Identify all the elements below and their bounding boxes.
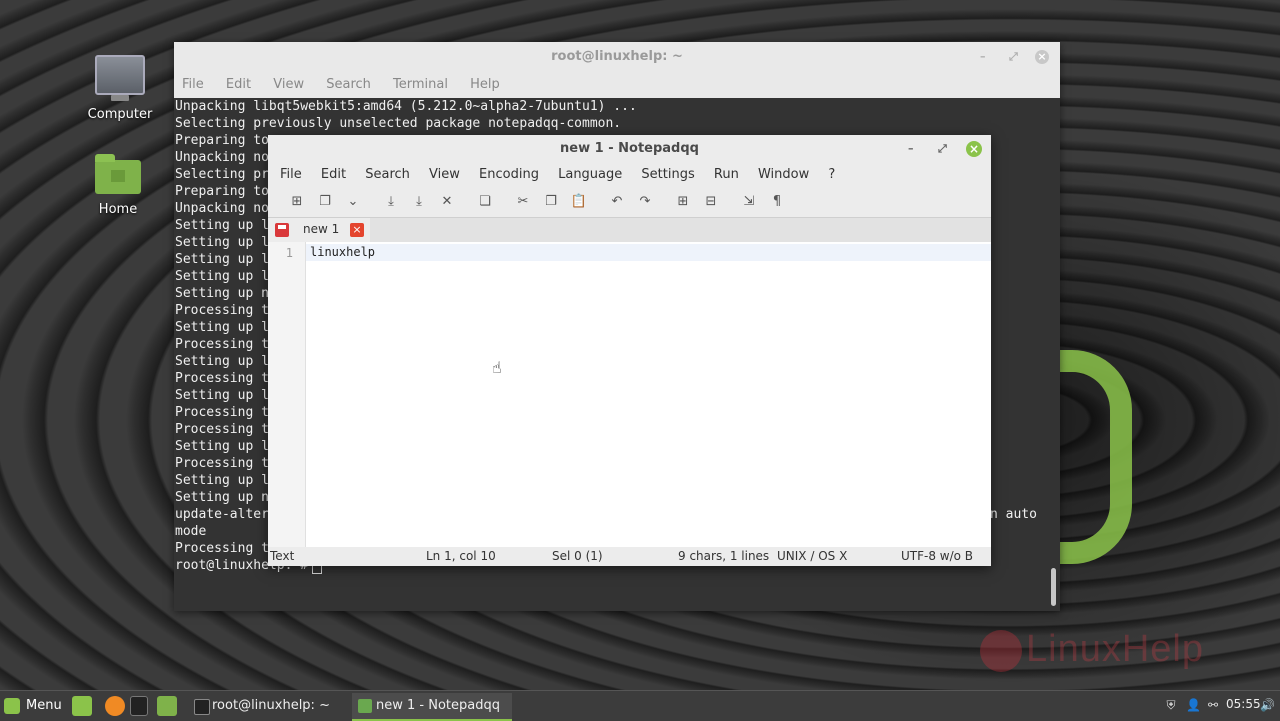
desktop-icon-label: Computer	[87, 107, 153, 122]
menu-run[interactable]: Run	[714, 163, 739, 187]
tab-label: new 1	[303, 222, 340, 236]
close-file-icon[interactable]: ✕	[436, 191, 458, 213]
tab-new-1[interactable]: new 1 ×	[268, 218, 370, 242]
taskbar: Menu root@linuxhelp: ~ new 1 - Notepadqq…	[0, 690, 1280, 721]
menu-settings[interactable]: Settings	[641, 163, 694, 187]
terminal-menu-terminal[interactable]: Terminal	[393, 72, 448, 98]
task-label: root@linuxhelp: ~	[212, 698, 330, 713]
open-file-icon[interactable]: ❐	[314, 191, 336, 213]
status-bar: Text Ln 1, col 10 Sel 0 (1) 9 chars, 1 l…	[268, 547, 991, 566]
terminal-menu-file[interactable]: File	[182, 72, 204, 98]
terminal-line-fragment: n auto	[990, 507, 1037, 522]
status-selection: Sel 0 (1)	[552, 549, 603, 563]
new-file-icon[interactable]: ⊞	[286, 191, 308, 213]
redo-icon[interactable]: ↷	[634, 191, 656, 213]
menu-edit[interactable]: Edit	[321, 163, 346, 187]
minimize-icon[interactable]: –	[908, 135, 914, 163]
menu-file[interactable]: File	[280, 163, 302, 187]
terminal-launcher-icon[interactable]	[130, 696, 148, 716]
menu-help[interactable]: ?	[828, 163, 835, 187]
watermark-logo-icon	[980, 629, 1022, 672]
notepadqq-menubar: File Edit Search View Encoding Language …	[268, 163, 991, 187]
task-label: new 1 - Notepadqq	[376, 698, 500, 713]
status-language[interactable]: Text	[270, 549, 294, 563]
save-all-icon[interactable]: ⤓	[408, 191, 430, 213]
menu-encoding[interactable]: Encoding	[479, 163, 539, 187]
watermark-text: LinuxHelp	[1026, 628, 1204, 670]
notepadqq-titlebar[interactable]: new 1 - Notepadqq – ⤢ ×	[268, 135, 991, 163]
status-encoding[interactable]: UTF-8 w/o B	[901, 549, 973, 563]
desktop-icon-computer[interactable]: Computer	[80, 55, 160, 122]
line-number: 1	[285, 246, 293, 260]
editor-area[interactable]: 1 linuxhelp	[268, 242, 991, 547]
volume-icon[interactable]: 🔊	[1260, 697, 1275, 713]
terminal-menubar: File Edit View Search Terminal Help	[174, 72, 1060, 98]
zoom-in-icon[interactable]: ⊞	[672, 191, 694, 213]
show-desktop-icon[interactable]	[72, 696, 92, 716]
close-icon[interactable]: ×	[966, 141, 982, 157]
files-launcher-icon[interactable]	[157, 696, 177, 716]
tab-bar: new 1 ×	[268, 217, 991, 242]
close-icon[interactable]: ×	[1035, 50, 1049, 64]
status-eol[interactable]: UNIX / OS X	[777, 549, 847, 563]
menu-window[interactable]: Window	[758, 163, 809, 187]
status-counts: 9 chars, 1 lines	[678, 549, 770, 563]
desktop: LinuxHelp Computer Home root@linuxhelp: …	[0, 0, 1280, 690]
menu-view[interactable]: View	[429, 163, 460, 187]
paste-icon[interactable]: 📋	[568, 191, 590, 213]
editor-text[interactable]: linuxhelp	[310, 245, 375, 259]
network-icon[interactable]: ⚯	[1206, 697, 1220, 713]
task-terminal[interactable]: root@linuxhelp: ~	[188, 693, 362, 719]
home-folder-icon	[95, 154, 141, 194]
open-dropdown-icon[interactable]: ⌄	[342, 191, 364, 213]
copy-icon[interactable]: ❐	[540, 191, 562, 213]
clock[interactable]: 05:55	[1226, 697, 1261, 711]
close-all-icon[interactable]: ❏	[474, 191, 496, 213]
hand-cursor-icon: ☝	[492, 358, 502, 377]
shield-icon[interactable]: ⛨	[1164, 697, 1178, 713]
start-menu-button[interactable]: Menu	[4, 696, 62, 716]
terminal-title: root@linuxhelp: ~	[551, 49, 683, 64]
terminal-task-icon	[194, 699, 210, 715]
tab-close-icon[interactable]: ×	[350, 223, 364, 237]
minimize-icon[interactable]: –	[980, 42, 986, 72]
notepadqq-window[interactable]: new 1 - Notepadqq – ⤢ × File Edit Search…	[268, 135, 991, 566]
watermark: LinuxHelp	[980, 628, 1204, 672]
notepadqq-toolbar: ⊞ ❐ ⌄ ⤓ ⤓ ✕ ❏ ✂ ❐ 📋 ↶ ↷ ⊞ ⊟ ⇲ ¶	[268, 187, 991, 217]
desktop-icon-home[interactable]: Home	[78, 154, 158, 217]
user-icon[interactable]: 👤	[1186, 697, 1201, 713]
notepadqq-title: new 1 - Notepadqq	[560, 141, 699, 156]
save-icon[interactable]: ⤓	[380, 191, 402, 213]
firefox-icon[interactable]	[105, 696, 125, 716]
terminal-menu-search[interactable]: Search	[326, 72, 371, 98]
unsaved-icon	[275, 223, 289, 237]
line-gutter: 1	[268, 242, 306, 547]
terminal-titlebar[interactable]: root@linuxhelp: ~ – ⤢ ×	[174, 42, 1060, 72]
terminal-scrollbar[interactable]	[1051, 568, 1056, 606]
show-symbols-icon[interactable]: ¶	[766, 191, 788, 213]
terminal-menu-view[interactable]: View	[273, 72, 304, 98]
maximize-icon[interactable]: ⤢	[1009, 42, 1018, 72]
terminal-line: Unpacking libqt5webkit5:amd64 (5.212.0~a…	[175, 99, 637, 114]
menu-search[interactable]: Search	[365, 163, 410, 187]
cut-icon[interactable]: ✂	[512, 191, 534, 213]
status-position: Ln 1, col 10	[426, 549, 496, 563]
mint-menu-icon	[4, 697, 20, 714]
zoom-out-icon[interactable]: ⊟	[700, 191, 722, 213]
word-wrap-icon[interactable]: ⇲	[738, 191, 760, 213]
task-notepadqq[interactable]: new 1 - Notepadqq	[352, 693, 512, 721]
undo-icon[interactable]: ↶	[606, 191, 628, 213]
terminal-menu-help[interactable]: Help	[470, 72, 500, 98]
current-line-highlight	[306, 244, 991, 261]
notepadqq-task-icon	[358, 699, 372, 713]
terminal-menu-edit[interactable]: Edit	[226, 72, 251, 98]
maximize-icon[interactable]: ⤢	[938, 135, 947, 163]
terminal-line: Selecting previously unselected package …	[175, 116, 622, 131]
computer-icon	[95, 55, 145, 101]
desktop-icon-label: Home	[98, 202, 138, 217]
start-menu-label: Menu	[26, 698, 62, 713]
menu-language[interactable]: Language	[558, 163, 622, 187]
